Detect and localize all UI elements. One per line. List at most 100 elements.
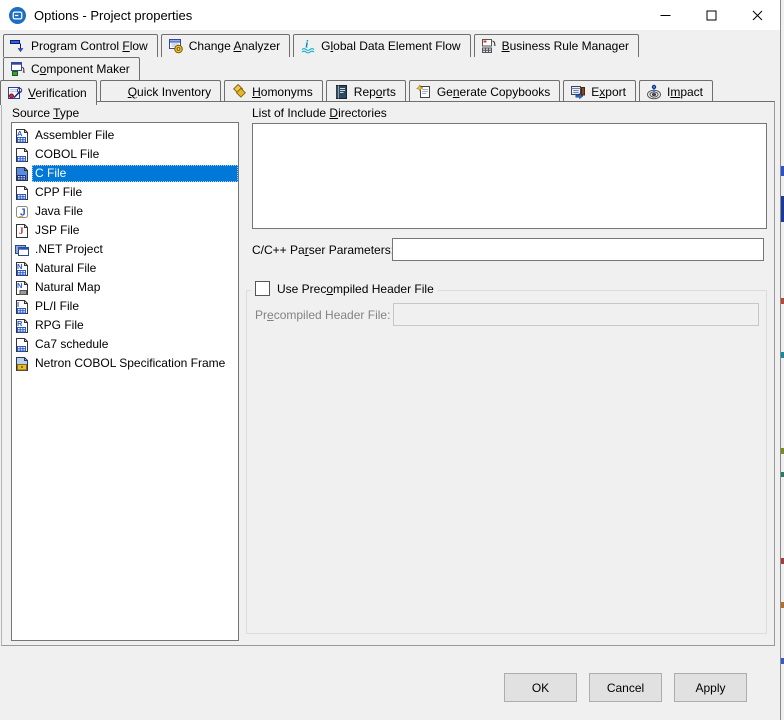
source-type-item-label: CPP File xyxy=(35,185,83,199)
java-file-icon: J xyxy=(14,204,30,220)
tab-generate-copybooks[interactable]: Generate Copybooks xyxy=(408,80,561,103)
svg-text:i: i xyxy=(305,39,309,51)
source-type-item-c-file[interactable]: C File xyxy=(12,164,238,183)
caption-buttons xyxy=(642,0,780,30)
tab-label: Program Control Flow xyxy=(31,39,148,53)
source-type-item-net-project[interactable]: .NET Project xyxy=(12,240,238,259)
source-type-item-java-file[interactable]: J Java File xyxy=(12,202,238,221)
include-directories-label: List of Include Directories xyxy=(252,106,387,120)
dotnet-project-icon xyxy=(14,242,30,258)
tab-label: Generate Copybooks xyxy=(436,85,551,99)
maximize-icon xyxy=(706,10,717,21)
tab-quick-inventory[interactable]: Quick Inventory xyxy=(99,80,222,103)
ok-button[interactable]: OK xyxy=(504,673,577,702)
source-type-label: Source Type xyxy=(12,106,80,120)
precompiled-header-file-label: Precompiled Header File: xyxy=(255,308,391,322)
tab-label: Quick Inventory xyxy=(127,85,212,99)
tab-verification[interactable]: Verification xyxy=(0,80,97,105)
source-type-item-label: PL/I File xyxy=(35,299,80,313)
source-type-item-label: Ca7 schedule xyxy=(35,337,109,351)
source-type-item-label: Natural File xyxy=(35,261,97,275)
source-type-item-netron-cobol-specification-frame[interactable]: Netron COBOL Specification Frame xyxy=(12,354,238,373)
source-type-item-label: JSP File xyxy=(35,223,80,237)
source-type-item-natural-file[interactable]: N Natural File xyxy=(12,259,238,278)
use-precompiled-header-label: Use Precompiled Header File xyxy=(277,281,434,296)
source-type-item-label: Assembler File xyxy=(35,128,115,142)
source-type-item-label: Java File xyxy=(35,204,84,218)
include-directories-listbox[interactable] xyxy=(252,123,767,229)
tab-business-rule-manager[interactable]: Business Rule Manager xyxy=(473,34,639,57)
tab-label: Export xyxy=(591,85,626,99)
precompiled-header-legend: Use Precompiled Header File xyxy=(251,281,438,296)
minimize-icon xyxy=(660,10,671,21)
source-type-item-natural-map[interactable]: N Natural Map xyxy=(12,278,238,297)
tab-export[interactable]: Export xyxy=(563,80,636,103)
screen: Options - Project properties Program Con… xyxy=(0,0,784,720)
source-type-item-cobol-file[interactable]: COBOL File xyxy=(12,145,238,164)
svg-text:N: N xyxy=(17,281,22,290)
cpp-file-icon xyxy=(14,185,30,201)
source-type-item-rpg-file[interactable]: R RPG File xyxy=(12,316,238,335)
cobol-file-icon xyxy=(14,147,30,163)
source-type-listbox[interactable]: A Assembler File COBOL File C File CPP File J… xyxy=(11,122,239,641)
maximize-button[interactable] xyxy=(688,0,734,30)
title-bar[interactable]: Options - Project properties xyxy=(0,0,780,30)
close-icon xyxy=(752,10,763,21)
tab-component-maker[interactable]: Component Maker xyxy=(3,57,140,80)
tab-strip: Program Control Flow Change Analyzer i Glob… xyxy=(0,30,780,105)
tab-change-analyzer[interactable]: Change Analyzer xyxy=(160,34,291,57)
verification-icon xyxy=(7,85,23,101)
c-file-icon xyxy=(14,166,30,182)
source-type-item-label: .NET Project xyxy=(35,242,103,256)
tab-impact[interactable]: Impact xyxy=(638,80,713,103)
rpg-file-icon: R xyxy=(14,318,30,334)
tab-label: Homonyms xyxy=(252,85,313,99)
svg-text:I: I xyxy=(17,300,19,309)
change-analyzer-icon xyxy=(168,38,184,54)
precompiled-header-file-input[interactable] xyxy=(393,303,759,326)
source-type-item-label: Natural Map xyxy=(35,280,101,294)
svg-text:J: J xyxy=(19,226,24,236)
tab-program-control-flow[interactable]: Program Control Flow xyxy=(3,34,158,57)
tab-label: Change Analyzer xyxy=(188,39,281,53)
dialog-footer: OK Cancel Apply xyxy=(0,646,780,720)
source-type-item-label: RPG File xyxy=(35,318,84,332)
source-type-item-ca7-schedule[interactable]: Ca7 schedule xyxy=(12,335,238,354)
impact-icon xyxy=(646,84,662,100)
natural-file-icon: N xyxy=(14,261,30,277)
parser-parameters-label: C/C++ Parser Parameters: xyxy=(252,243,395,257)
apply-button[interactable]: Apply xyxy=(674,673,747,702)
natural-map-icon: N xyxy=(14,280,30,296)
homonyms-icon xyxy=(231,84,247,100)
svg-text:R: R xyxy=(17,319,23,328)
source-type-item-jsp-file[interactable]: J JSP File xyxy=(12,221,238,240)
component-maker-icon xyxy=(10,61,26,77)
tab-row-1: Program Control Flow Change Analyzer i Glob… xyxy=(0,34,780,57)
tab-row-2: Component Maker xyxy=(0,57,780,80)
source-type-item-label: Netron COBOL Specification Frame xyxy=(35,356,226,370)
svg-text:N: N xyxy=(17,262,22,271)
source-type-item-assembler-file[interactable]: A Assembler File xyxy=(12,126,238,145)
tab-label: Verification xyxy=(28,86,87,100)
precompiled-header-group: Use Precompiled Header File Precompiled … xyxy=(246,281,767,634)
export-icon xyxy=(570,84,586,100)
minimize-button[interactable] xyxy=(642,0,688,30)
source-type-item-cpp-file[interactable]: CPP File xyxy=(12,183,238,202)
tab-row-3: Verification Quick Inventory Homonyms Repor… xyxy=(0,80,780,105)
ca7-schedule-icon xyxy=(14,337,30,353)
use-precompiled-header-checkbox[interactable] xyxy=(255,281,270,296)
tab-global-data-element-flow[interactable]: i Global Data Element Flow xyxy=(293,34,471,57)
source-type-item-label: C File xyxy=(32,165,238,182)
tab-label: Impact xyxy=(666,85,703,99)
tab-label: Business Rule Manager xyxy=(501,39,629,53)
tab-reports[interactable]: Reports xyxy=(325,80,406,103)
global-data-element-flow-icon: i xyxy=(300,38,316,54)
cancel-button[interactable]: Cancel xyxy=(589,673,662,702)
jsp-file-icon: J xyxy=(14,223,30,239)
source-type-item-pl-i-file[interactable]: I PL/I File xyxy=(12,297,238,316)
parser-parameters-input[interactable] xyxy=(392,238,764,261)
generate-copybooks-icon xyxy=(415,84,432,100)
close-button[interactable] xyxy=(734,0,780,30)
reports-icon xyxy=(333,84,349,100)
tab-homonyms[interactable]: Homonyms xyxy=(224,80,323,103)
